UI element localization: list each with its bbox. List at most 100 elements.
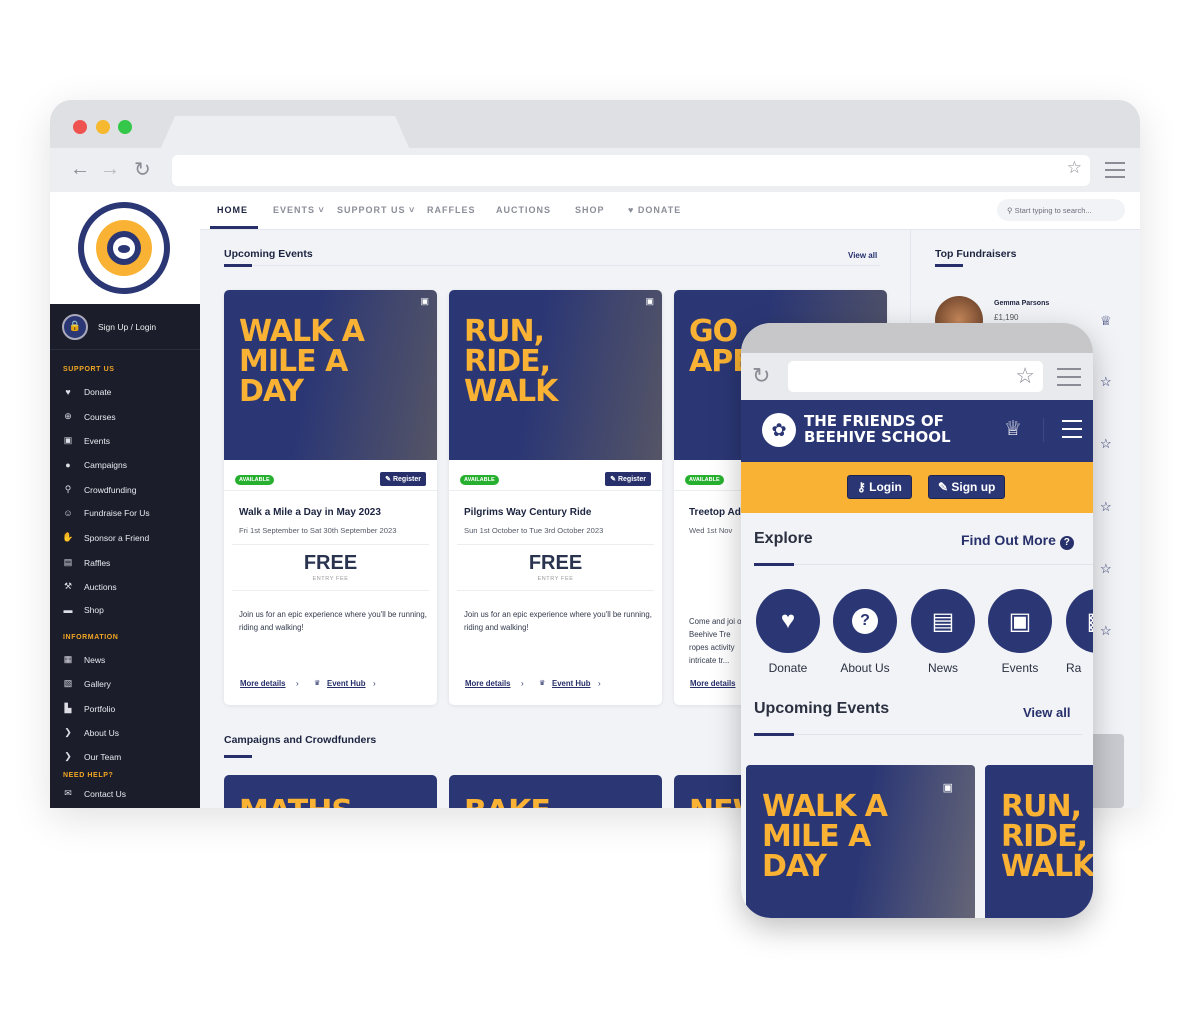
sidebar-item-fundraise[interactable]: ☺ Fundraise For Us (62, 508, 149, 518)
star-icon: ☆ (1100, 623, 1112, 638)
login-button[interactable]: ⚷ Login (847, 475, 912, 499)
nav-raffles[interactable]: RAFFLES (427, 205, 476, 215)
bookmark-star-icon[interactable]: ☆ (1067, 158, 1082, 178)
more-details-link[interactable]: More details (465, 679, 511, 688)
view-all-link[interactable]: View all (848, 251, 877, 260)
calendar-icon: ▣ (63, 435, 73, 445)
price-label: ENTRY FEE (312, 576, 349, 582)
mobile-address-bar[interactable]: ☆ (788, 361, 1043, 392)
more-details-link[interactable]: More details (240, 679, 286, 688)
event-card[interactable]: RUN, RIDE, WALK ▣ AVAILABLE ✎ Register Pi… (449, 290, 662, 705)
reload-icon[interactable]: ↻ (134, 157, 151, 182)
sidebar-item-news[interactable]: ▦ News (62, 654, 106, 665)
label: Find Out More (961, 532, 1056, 548)
sidebar-item-auctions[interactable]: ⚒ Auctions (62, 581, 117, 592)
label: Auctions (84, 581, 117, 592)
divider (232, 544, 429, 545)
more-details-link[interactable]: More details (690, 679, 736, 688)
label: DONATE (637, 205, 682, 215)
label: Register (617, 476, 646, 483)
sidebar-item-courses[interactable]: ⊕ Courses (62, 411, 115, 422)
crown-icon[interactable]: ♕ (1004, 416, 1022, 441)
mobile-menu-icon[interactable] (1062, 420, 1082, 438)
sidebar-item-portfolio[interactable]: ▙ Portfolio (62, 703, 116, 714)
sidebar-item-donate[interactable]: ♥ Donate (62, 387, 111, 397)
register-button[interactable]: ✎ Register (605, 472, 651, 486)
sidebar-item-events[interactable]: ▣ Events (62, 435, 110, 446)
event-hub-link[interactable]: Event Hub (327, 679, 366, 688)
image-text: RUN, RIDE, WALK (1001, 789, 1093, 884)
sidebar-item-contact[interactable]: ✉ Contact Us (62, 788, 126, 799)
sidebar-item-crowdfunding[interactable]: ⚲ Crowdfunding (62, 484, 137, 495)
nav-auctions[interactable]: AUCTIONS (496, 205, 551, 215)
calendar-icon: ▣ (645, 296, 654, 306)
menu-icon[interactable] (1057, 368, 1081, 386)
tile-news[interactable]: ▤ (911, 589, 975, 653)
search-input[interactable]: ⚲ Start typing to search... (997, 199, 1125, 221)
chevron-circle-icon: ❯ (64, 727, 72, 737)
close-button[interactable] (73, 120, 87, 134)
raffle-icon: ▩ (1087, 607, 1093, 636)
sidebar-item-our-team[interactable]: ❯ Our Team (62, 751, 121, 762)
sidebar-item-raffles[interactable]: ▤ Raffles (62, 557, 111, 568)
active-indicator (210, 226, 258, 229)
nav-donate[interactable]: ♥ DONATE (628, 205, 681, 215)
menu-icon[interactable] (1105, 162, 1125, 178)
event-date: Fri 1st September to Sat 30th September … (239, 526, 397, 535)
address-bar[interactable]: ☆ (172, 155, 1090, 186)
event-hub-link[interactable]: Event Hub (552, 679, 591, 688)
explore-heading: Explore (754, 530, 813, 547)
back-icon[interactable]: ← (70, 158, 90, 181)
star-icon: ☆ (1100, 374, 1112, 389)
fundraiser-amount: £1,190 (994, 313, 1019, 322)
label: Campaigns (84, 460, 127, 470)
label: EVENTS (273, 205, 316, 215)
browser-tab[interactable] (160, 116, 410, 150)
sidebar-item-campaigns[interactable]: ● Campaigns (62, 460, 127, 470)
register-button[interactable]: ✎ Register (380, 472, 426, 486)
mobile-event-card[interactable]: WALK A MILE A DAY ▣ (746, 765, 975, 918)
sidebar-item-gallery[interactable]: ▧ Gallery (62, 678, 111, 689)
tile-donate[interactable]: ♥ (756, 589, 820, 653)
nav-events[interactable]: EVENTS ˅ (273, 205, 325, 215)
divider (224, 490, 437, 491)
courses-icon: ⊕ (64, 411, 72, 421)
reload-icon[interactable]: ↻ (752, 363, 770, 389)
nav-shop[interactable]: SHOP (575, 205, 605, 215)
tile-events[interactable]: ▣ (988, 589, 1052, 653)
label: Raffles (84, 557, 111, 568)
forward-icon[interactable]: → (100, 158, 120, 181)
label: Our Team (84, 751, 122, 762)
sidebar: 🔒 Sign Up / Login SUPPORT US ♥ Donate ⊕ Co… (50, 192, 200, 808)
nav-support-us[interactable]: SUPPORT US ˅ (337, 205, 415, 215)
sign-up-login-link[interactable]: 🔒 Sign Up / Login (50, 304, 200, 350)
sidebar-item-about-us[interactable]: ❯ About Us (62, 727, 119, 738)
bookmark-star-icon[interactable]: ☆ (1015, 363, 1035, 389)
tile-about-us[interactable]: ? (833, 589, 897, 653)
crown-icon: ♛ (539, 680, 546, 687)
news-icon: ▤ (931, 607, 955, 635)
bee-logo-icon[interactable]: ✿ (762, 413, 796, 447)
campaign-card[interactable]: BAKE (449, 775, 662, 808)
minimize-button[interactable] (96, 120, 110, 134)
maximize-button[interactable] (118, 120, 132, 134)
mobile-view-all-link[interactable]: View all (1023, 705, 1070, 720)
event-card[interactable]: WALK A MILE A DAY ▣ AVAILABLE ✎ Register … (224, 290, 437, 705)
crowdfunding-icon: ⚲ (64, 484, 72, 494)
sidebar-item-shop[interactable]: ▬ Shop (62, 605, 104, 615)
nav-home[interactable]: HOME (217, 205, 248, 215)
event-title: Walk a Mile a Day in May 2023 (239, 507, 381, 518)
balloon-icon: ● (65, 460, 71, 470)
mobile-event-card[interactable]: RUN, RIDE, WALK (985, 765, 1093, 918)
sidebar-item-sponsor[interactable]: ✋ Sponsor a Friend (62, 532, 149, 543)
signup-button[interactable]: ✎ Sign up (928, 475, 1006, 499)
campaign-card[interactable]: MATHS (224, 775, 437, 808)
find-out-more-link[interactable]: Find Out More ? (961, 532, 1074, 550)
tile-raffles[interactable]: ▩ (1066, 589, 1093, 653)
handshake-icon: ✋ (62, 532, 74, 542)
campaigns-heading: Campaigns and Crowdfunders (224, 734, 377, 746)
question-icon: ? (852, 608, 878, 634)
logo[interactable] (50, 192, 200, 304)
gavel-icon: ⚒ (63, 581, 73, 591)
heading-underline (224, 264, 252, 267)
